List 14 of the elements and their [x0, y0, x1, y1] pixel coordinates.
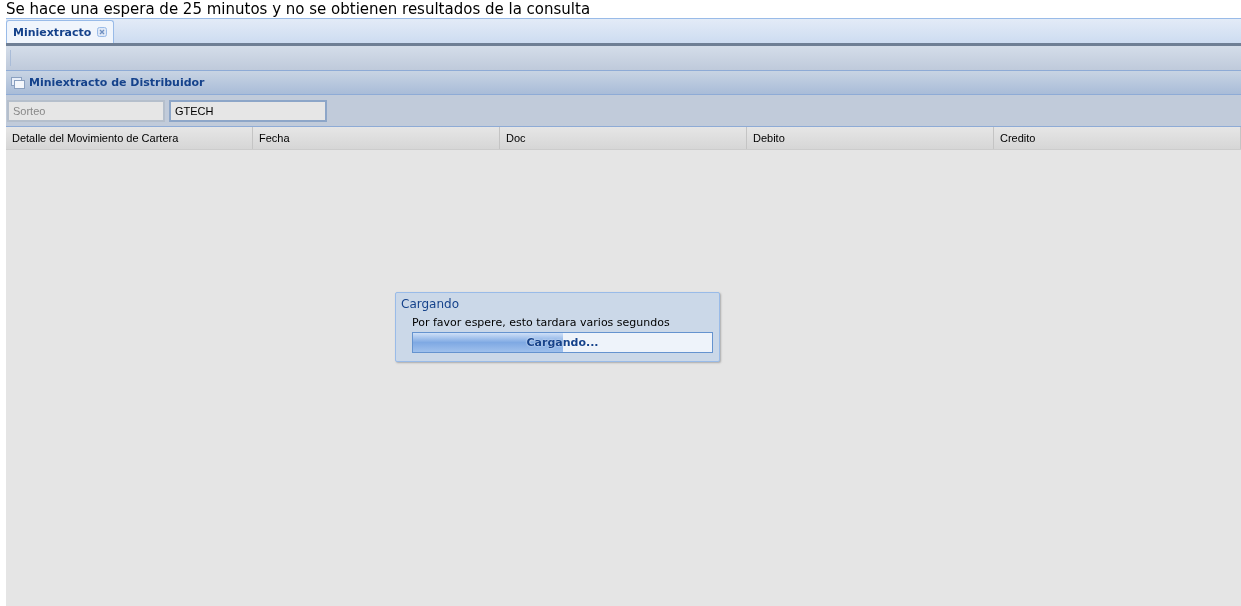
column-header[interactable]: Doc — [500, 127, 747, 149]
column-header[interactable]: Credito — [994, 127, 1241, 149]
input-field[interactable]: Sorteo — [7, 99, 165, 122]
column-header[interactable]: Detalle del Movimiento de Cartera — [6, 127, 253, 149]
dialog-title: Cargando — [401, 297, 460, 311]
column-header[interactable]: Debito — [747, 127, 994, 149]
input-field[interactable]: GTECH — [169, 99, 327, 122]
dialog-message: Por favor espere, esto tardara varios segundos — [412, 316, 671, 329]
panel-title: Miniextracto de Distribuidor — [29, 76, 205, 89]
caption-text: Se hace una espera de 25 minutos y no se obtienen resultados de la consulta — [5, 0, 592, 18]
close-icon[interactable] — [97, 27, 108, 37]
windows-icon — [11, 76, 25, 89]
tab[interactable]: Miniextracto — [6, 20, 115, 43]
column-header[interactable]: Fecha — [253, 127, 500, 149]
